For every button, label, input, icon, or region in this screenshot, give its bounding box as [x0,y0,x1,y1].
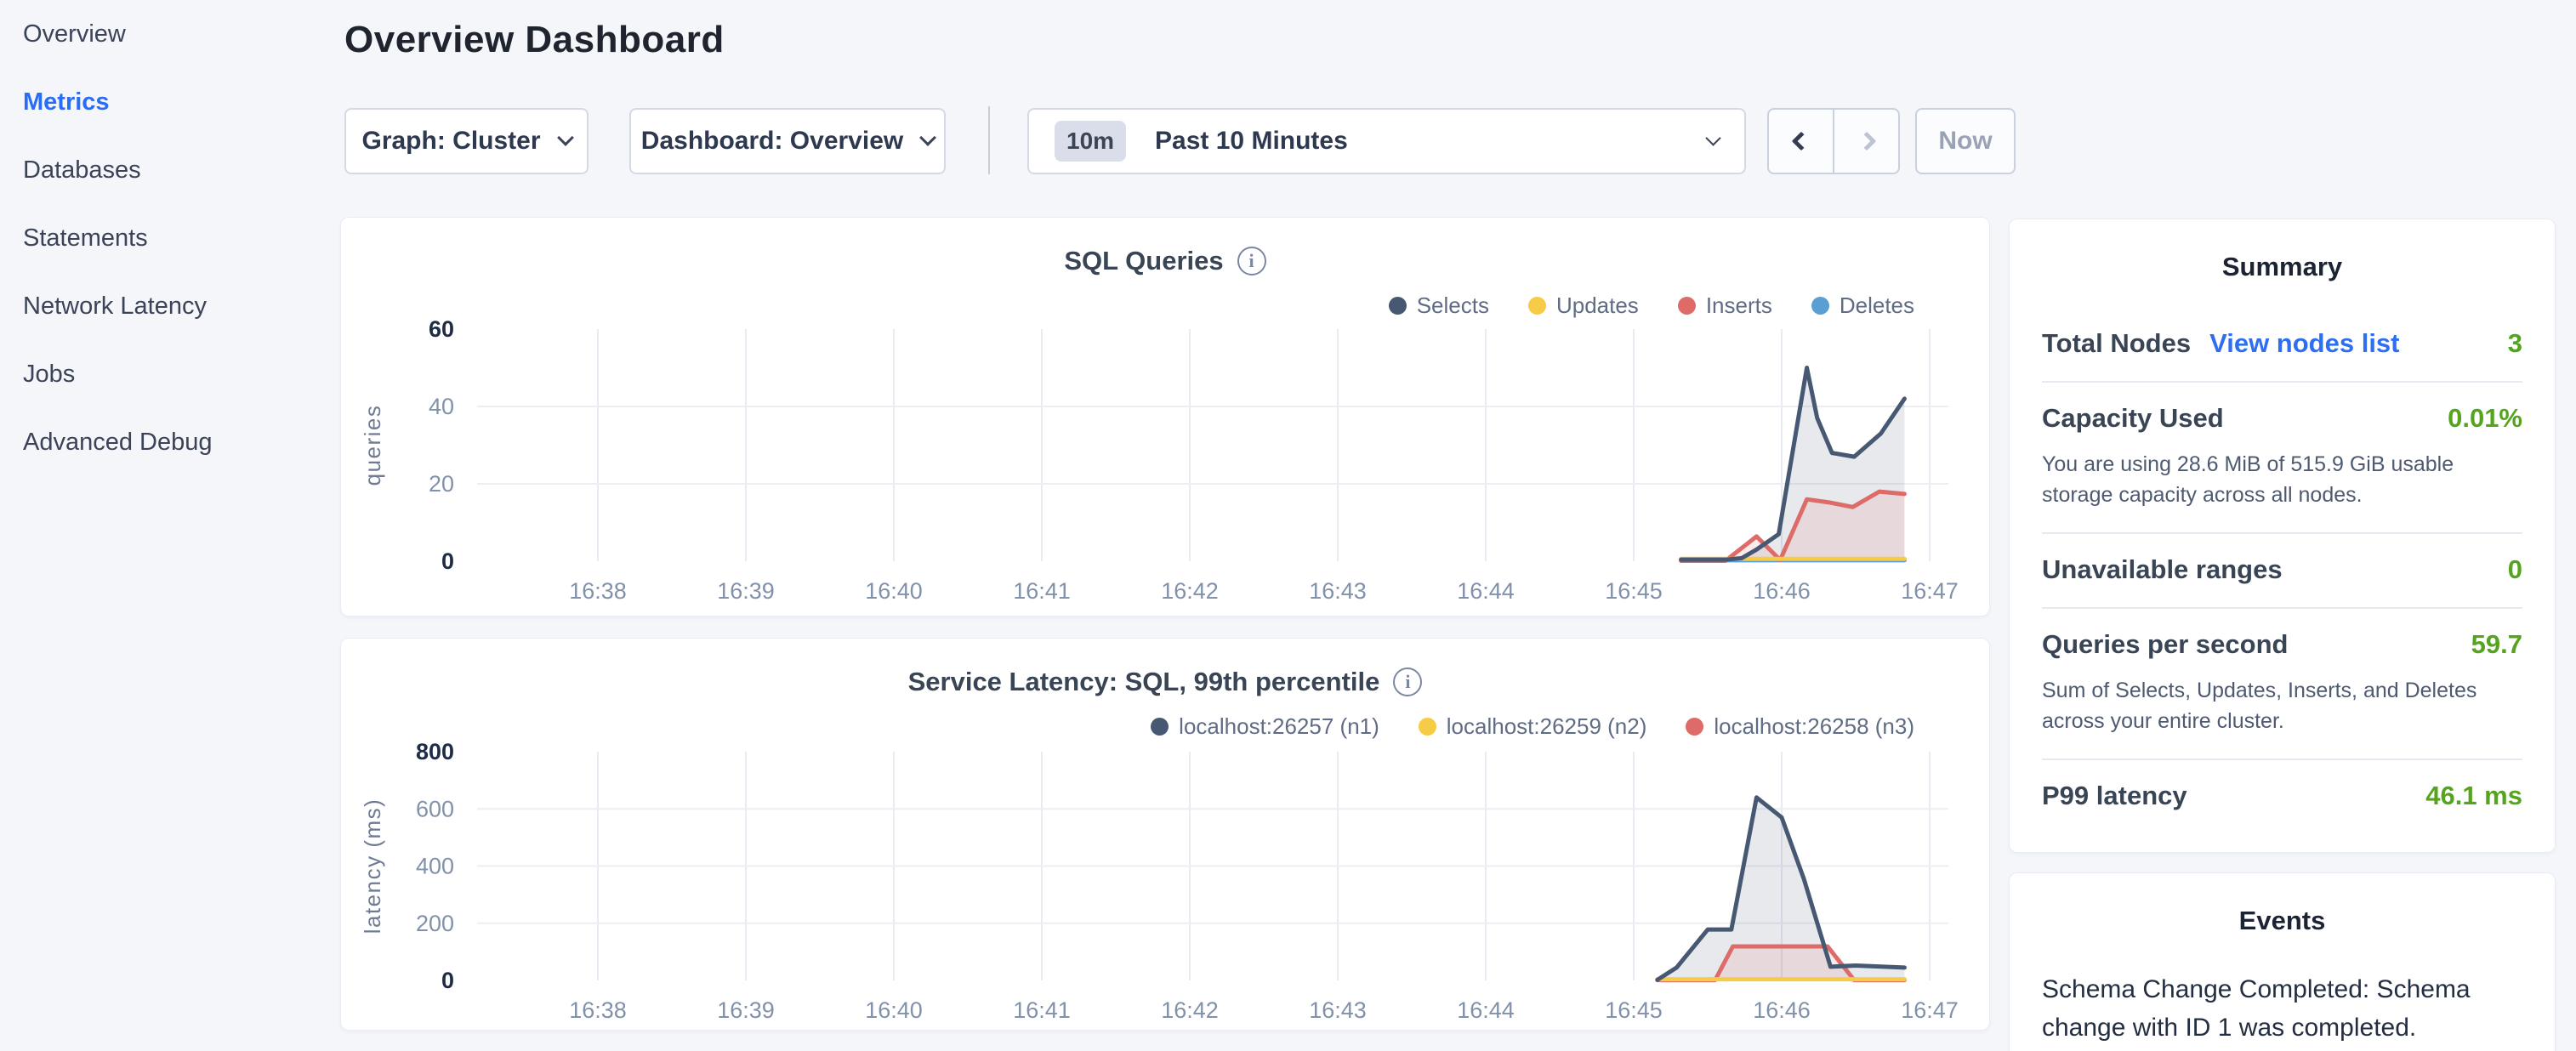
summary-row-label: P99 latency [2042,781,2187,811]
summary-row-label: Queries per second [2042,629,2288,660]
summary-row: Queries per second 59.7 Sum of Selects, Up… [2042,609,2522,760]
time-next-button[interactable] [1833,110,1898,173]
svg-text:16:46: 16:46 [1753,997,1811,1023]
svg-text:600: 600 [416,796,454,821]
summary-row-value: 0 [2508,554,2522,585]
svg-text:16:41: 16:41 [1013,578,1071,604]
summary-row: P99 latency 46.1 ms [2042,760,2522,833]
sidebar-item-jobs[interactable]: Jobs [0,340,340,408]
summary-row-label: Unavailable ranges [2042,554,2283,585]
chevron-down-icon [919,129,936,146]
svg-text:16:39: 16:39 [717,997,775,1023]
sidebar-item-databases[interactable]: Databases [0,136,340,204]
now-button-label: Now [1938,127,1992,156]
summary-row-value: 3 [2508,328,2522,359]
svg-text:queries: queries [360,405,385,486]
summary-row-subtext: Sum of Selects, Updates, Inserts, and De… [2042,675,2522,736]
summary-row: Total Nodes View nodes list 3 [2042,308,2522,383]
sidebar: OverviewMetricsDatabasesStatementsNetwor… [0,0,340,476]
sql-queries-plot[interactable]: 0 20 40 60 16:38 16:39 16:40 16:41 16:42 16:43 16:… [341,218,1991,617]
summary-row-value: 59.7 [2471,629,2522,660]
chevron-right-icon [1857,132,1876,151]
time-window-label: Past 10 Minutes [1155,127,1348,156]
summary-panel: Summary Total Nodes View nodes list 3 Capac… [2009,219,2556,853]
dashboard-dropdown-label: Dashboard: Overview [641,127,903,156]
summary-row-label: Total Nodes [2042,328,2191,359]
time-window-badge: 10m [1055,121,1126,162]
now-button[interactable]: Now [1915,108,2016,174]
svg-text:800: 800 [416,739,454,764]
chevron-down-icon [557,129,574,146]
sidebar-item-advanced-debug[interactable]: Advanced Debug [0,408,340,476]
svg-text:16:44: 16:44 [1457,578,1515,604]
svg-text:60: 60 [429,316,454,342]
event-message: Schema Change Completed: Schema change w… [2042,970,2484,1047]
events-panel: Events Schema Change Completed: Schema c… [2009,872,2556,1051]
svg-text:16:45: 16:45 [1605,997,1663,1023]
sidebar-item-metrics[interactable]: Metrics [0,68,340,136]
svg-text:200: 200 [416,911,454,936]
time-prev-button[interactable] [1769,110,1833,173]
sidebar-item-statements[interactable]: Statements [0,204,340,272]
dashboard-dropdown[interactable]: Dashboard: Overview [629,108,946,174]
chevron-down-icon [1705,130,1720,145]
svg-text:16:43: 16:43 [1309,578,1367,604]
svg-text:16:38: 16:38 [569,578,627,604]
summary-row: Unavailable ranges 0 [2042,534,2522,609]
service-latency-chart-card: Service Latency: SQL, 99th percentile i … [340,638,1990,1031]
summary-row-value: 0.01% [2448,403,2522,434]
summary-row-subtext: You are using 28.6 MiB of 515.9 GiB usab… [2042,449,2522,510]
summary-row-value: 46.1 ms [2425,781,2522,811]
svg-text:16:47: 16:47 [1901,997,1959,1023]
page-title: Overview Dashboard [344,19,725,61]
svg-text:400: 400 [416,854,454,879]
time-range-dropdown[interactable]: 10m Past 10 Minutes [1027,108,1746,174]
controls-divider [988,106,990,174]
chevron-left-icon [1791,132,1811,151]
service-latency-plot[interactable]: 0 200 400 600 800 16:38 16:39 16:40 16:41 16:42 16… [341,639,1991,1031]
svg-text:0: 0 [441,968,454,993]
svg-text:16:44: 16:44 [1457,997,1515,1023]
svg-text:40: 40 [429,394,454,419]
graph-scope-dropdown-label: Graph: Cluster [361,127,540,156]
svg-text:16:40: 16:40 [865,578,923,604]
svg-text:16:47: 16:47 [1901,578,1959,604]
svg-text:16:42: 16:42 [1161,578,1219,604]
svg-text:16:43: 16:43 [1309,997,1367,1023]
svg-text:0: 0 [441,548,454,574]
view-nodes-list-link[interactable]: View nodes list [2209,328,2399,359]
sidebar-item-overview[interactable]: Overview [0,0,340,68]
svg-text:16:42: 16:42 [1161,997,1219,1023]
svg-text:latency (ms): latency (ms) [360,798,385,935]
svg-text:16:39: 16:39 [717,578,775,604]
svg-text:16:46: 16:46 [1753,578,1811,604]
svg-text:20: 20 [429,471,454,497]
graph-scope-dropdown[interactable]: Graph: Cluster [344,108,589,174]
events-title: Events [2010,873,2555,936]
summary-row-label: Capacity Used [2042,403,2224,434]
svg-text:16:41: 16:41 [1013,997,1071,1023]
summary-row: Capacity Used 0.01% You are using 28.6 MiB… [2042,383,2522,534]
sql-queries-chart-card: SQL Queries i SelectsUpdatesInsertsDelet… [340,217,1990,616]
summary-title: Summary [2010,219,2555,282]
time-step-buttons [1767,108,1900,174]
svg-text:16:38: 16:38 [569,997,627,1023]
svg-text:16:40: 16:40 [865,997,923,1023]
svg-text:16:45: 16:45 [1605,578,1663,604]
sidebar-item-network-latency[interactable]: Network Latency [0,272,340,340]
